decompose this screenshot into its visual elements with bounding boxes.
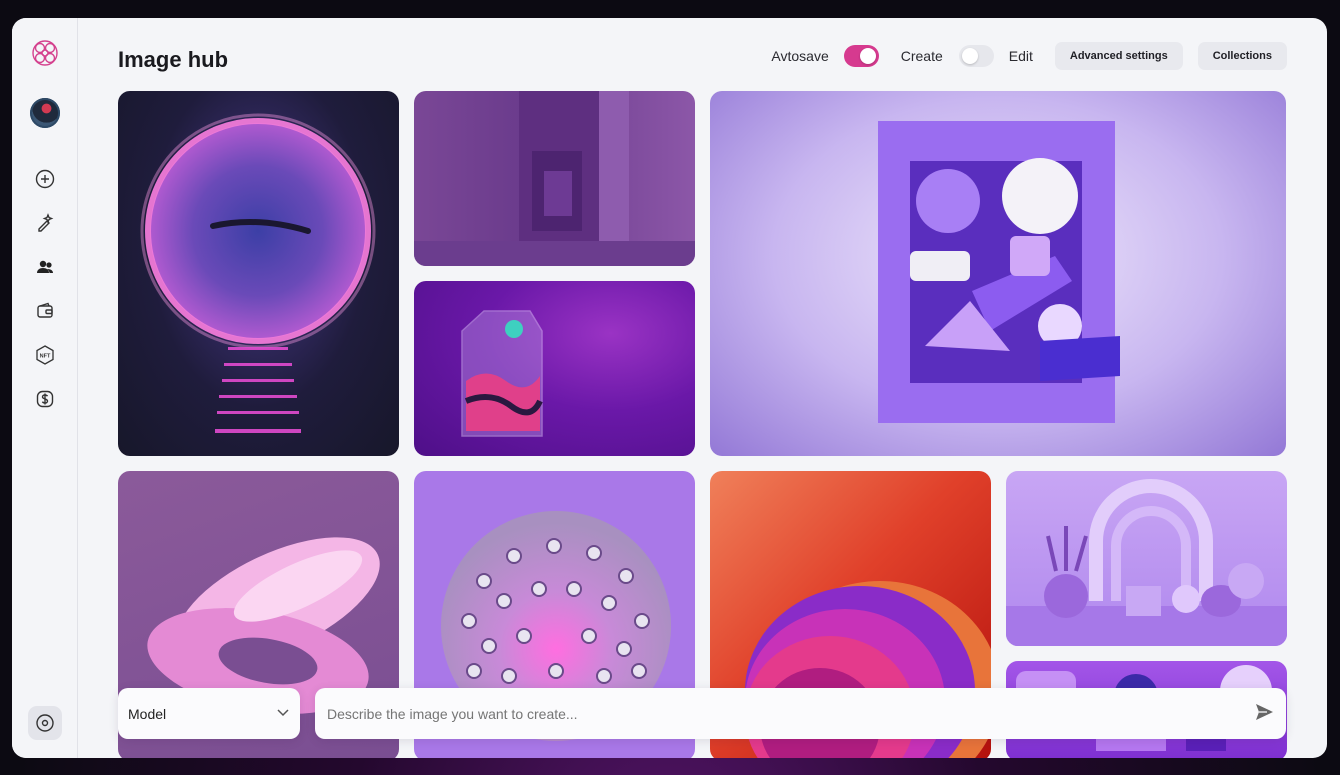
sparkle-edit-icon[interactable] — [30, 208, 60, 238]
dollar-icon[interactable] — [30, 384, 60, 414]
page-title: Image hub — [118, 47, 229, 72]
gallery-image-arch-scene[interactable] — [1006, 471, 1287, 646]
brain-logo-icon[interactable] — [30, 38, 60, 68]
avatar[interactable] — [30, 98, 60, 128]
collections-button[interactable]: Collections — [1197, 42, 1287, 70]
prompt-bar — [315, 688, 1286, 739]
prompt-input[interactable] — [327, 705, 1246, 722]
wallet-icon[interactable] — [30, 296, 60, 326]
autosave-toggle[interactable] — [843, 45, 879, 67]
gallery-image-purple-corridor[interactable] — [414, 91, 695, 266]
model-select[interactable]: Model — [118, 688, 300, 739]
edit-mode-label: Edit — [1008, 48, 1033, 64]
toolbar: Avtosave Create Edit Advanced settings C… — [771, 42, 1287, 70]
gallery-image-shapes-frame[interactable] — [710, 91, 1286, 456]
advanced-settings-button[interactable]: Advanced settings — [1054, 42, 1183, 70]
create-edit-toggle[interactable] — [958, 45, 994, 67]
settings-circle-icon[interactable] — [28, 706, 62, 740]
model-select-label: Model — [128, 705, 167, 722]
sidebar: NFT — [12, 18, 78, 758]
gallery-image-neon-portal[interactable] — [118, 91, 399, 456]
toggle-knob — [961, 48, 978, 64]
chevron-down-icon — [276, 705, 290, 722]
gallery-image-glass-carton[interactable] — [414, 281, 695, 456]
svg-text:NFT: NFT — [40, 354, 51, 360]
users-icon[interactable] — [30, 252, 60, 282]
plus-circle-icon[interactable] — [30, 164, 60, 194]
nft-badge-icon[interactable]: NFT — [30, 340, 60, 370]
send-icon[interactable] — [1254, 702, 1274, 725]
toggle-knob — [859, 48, 876, 64]
autosave-label: Avtosave — [771, 48, 829, 64]
app-window: NFT Image hub Avtosave Create Edit Advan… — [12, 18, 1327, 758]
create-mode-label: Create — [900, 48, 943, 64]
